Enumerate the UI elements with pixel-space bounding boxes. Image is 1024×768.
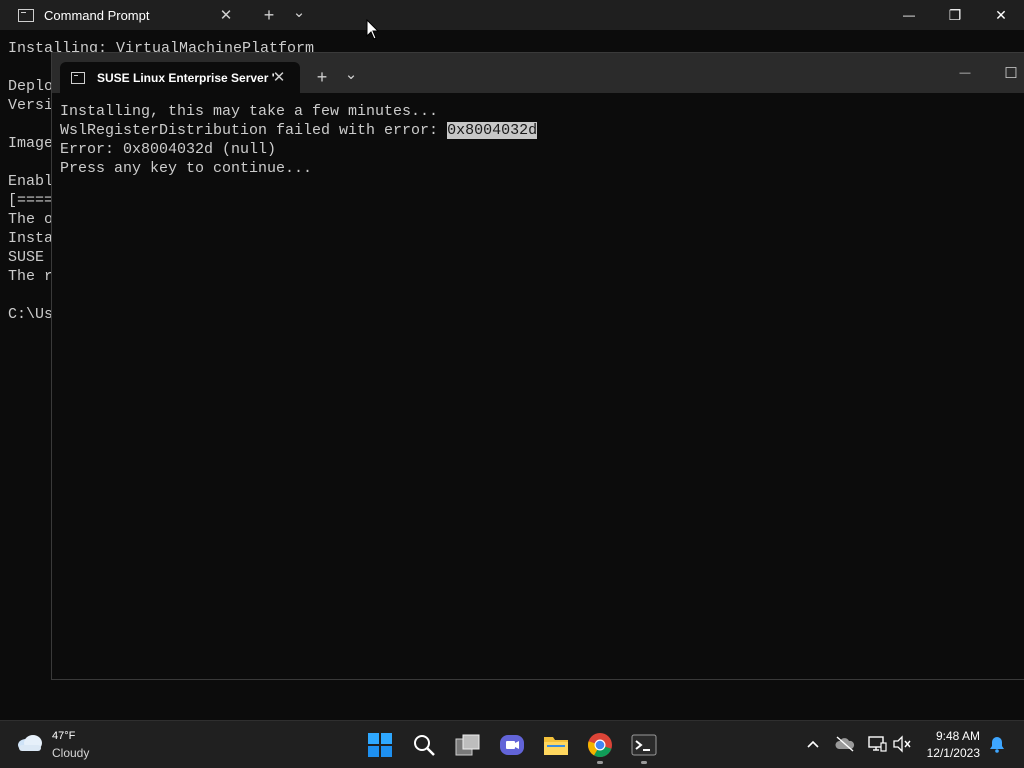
network-icon[interactable]	[866, 733, 888, 755]
chrome-icon[interactable]	[584, 729, 616, 761]
new-tab-button[interactable]: +	[310, 65, 334, 89]
onedrive-offline-icon[interactable]	[834, 733, 856, 755]
error-prefix: WslRegisterDistribution failed with erro…	[60, 122, 448, 139]
terminal-running-indicator	[641, 761, 647, 764]
terminal-line: Image	[8, 135, 54, 152]
terminal-line: Deplo	[8, 78, 54, 95]
weather-temperature[interactable]: 47°F	[52, 730, 75, 742]
search-icon[interactable]	[408, 729, 440, 761]
tab-title: Command Prompt	[44, 7, 150, 23]
volume-muted-icon[interactable]	[891, 733, 913, 755]
tab-command-prompt[interactable]: Command Prompt	[18, 0, 149, 30]
terminal-line: Enabl	[8, 173, 54, 190]
terminal-line: The o	[8, 211, 54, 228]
mouse-cursor-icon	[366, 19, 380, 40]
tab-title: SUSE Linux Enterprise Server '	[97, 70, 275, 85]
console-icon	[71, 71, 85, 84]
tab-suse[interactable]: SUSE Linux Enterprise Server '	[60, 62, 300, 93]
terminal-line: Versi	[8, 97, 54, 114]
task-view-icon[interactable]	[452, 729, 484, 761]
terminal-line: Insta	[8, 230, 54, 247]
selected-error-code[interactable]: 0x8004032d	[447, 122, 538, 139]
terminal-line-error-null: Error: 0x8004032d (null)	[60, 141, 277, 158]
suse-titlebar[interactable]: SUSE Linux Enterprise Server ' ✕ + ⌄ — ☐	[52, 53, 1024, 93]
terminal-line: [====	[8, 192, 54, 209]
terminal-line: The r	[8, 268, 54, 285]
new-tab-button[interactable]: +	[257, 3, 281, 27]
window-close-button[interactable]: ✕	[978, 0, 1024, 30]
terminal-line-installing: Installing, this may take a few minutes.…	[60, 103, 439, 120]
suse-terminal-window: SUSE Linux Enterprise Server ' ✕ + ⌄ — ☐…	[51, 52, 1024, 680]
show-hidden-icons-chevron-icon[interactable]	[802, 733, 824, 755]
terminal-icon[interactable]	[628, 729, 660, 761]
taskbar: 47°F Cloudy 9:48 AM 12/1/2023	[0, 720, 1024, 768]
maximize-button[interactable]: ☐	[999, 61, 1023, 85]
cloud-icon[interactable]	[16, 733, 44, 753]
chrome-running-indicator	[597, 761, 603, 764]
windows-start-icon[interactable]	[364, 729, 396, 761]
file-explorer-icon[interactable]	[540, 729, 572, 761]
tab-close-button[interactable]: ✕	[267, 65, 291, 89]
weather-description[interactable]: Cloudy	[52, 746, 89, 760]
command-prompt-titlebar[interactable]: Command Prompt ✕ + ⌄ — ❐ ✕	[0, 0, 1024, 30]
tab-dropdown-button[interactable]: ⌄	[287, 0, 311, 24]
tab-close-button[interactable]: ✕	[214, 3, 238, 27]
terminal-line: SUSE	[8, 249, 54, 266]
terminal-line-press-key: Press any key to continue...	[60, 160, 313, 177]
minimize-button[interactable]: —	[953, 61, 977, 85]
terminal-line: C:\Us	[8, 306, 54, 323]
clock-date[interactable]: 12/1/2023	[927, 746, 980, 760]
restore-button[interactable]: ❐	[932, 0, 978, 30]
minimize-button[interactable]: —	[886, 0, 932, 30]
chat-icon[interactable]	[496, 729, 528, 761]
tab-dropdown-button[interactable]: ⌄	[339, 62, 363, 86]
clock-time[interactable]: 9:48 AM	[936, 729, 980, 743]
console-icon	[18, 8, 34, 22]
notification-bell-icon[interactable]	[986, 733, 1008, 755]
terminal-line-error: WslRegisterDistribution failed with erro…	[60, 121, 538, 140]
